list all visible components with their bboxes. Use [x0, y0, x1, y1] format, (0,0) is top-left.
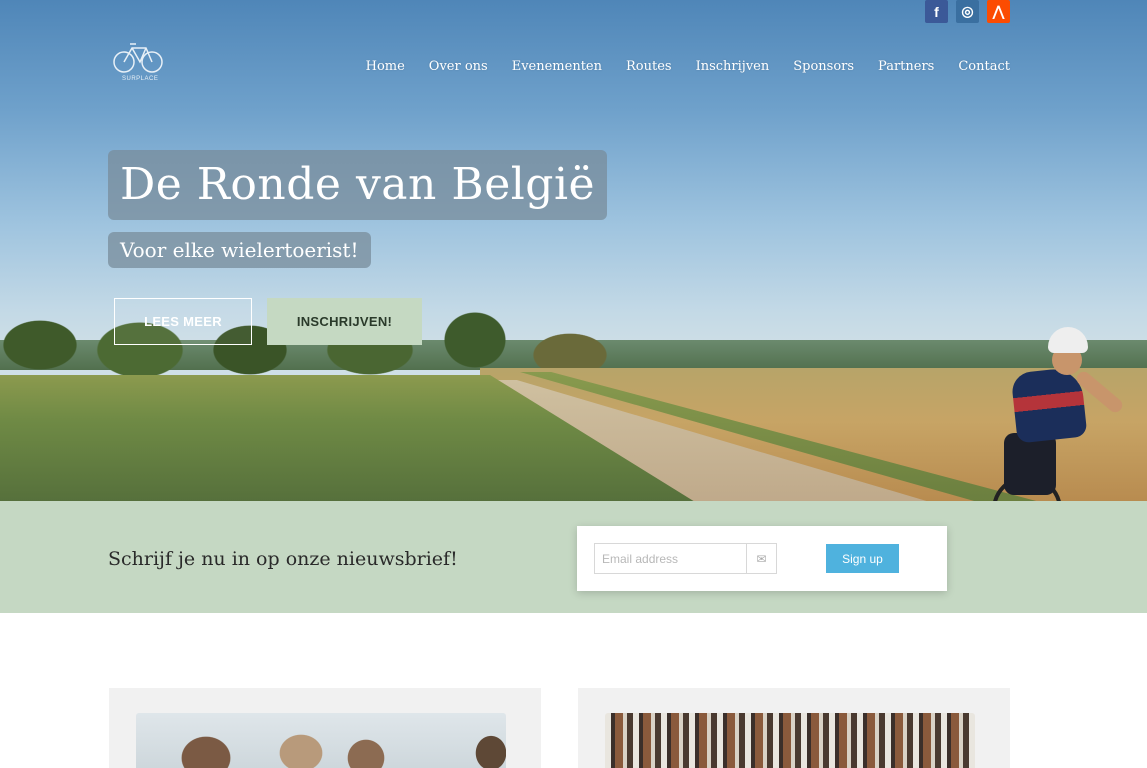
nav-home[interactable]: Home: [366, 59, 405, 74]
cyclist-legs: [1004, 433, 1056, 495]
strava-icon[interactable]: ⋀: [987, 0, 1010, 23]
hero-title: De Ronde van België: [108, 150, 608, 220]
site-logo[interactable]: SURPLACE: [112, 40, 164, 84]
nav-routes[interactable]: Routes: [626, 59, 672, 74]
newsletter-form: ✉ Sign up: [577, 526, 947, 591]
newsletter-text: Schrijf je nu in op onze nieuwsbrief!: [108, 548, 458, 570]
nav-inschrijven[interactable]: Inschrijven: [696, 59, 770, 74]
card-left: [109, 688, 541, 768]
facebook-icon[interactable]: f: [925, 0, 948, 23]
card-right-image[interactable]: [605, 713, 975, 768]
card-left-image[interactable]: [136, 713, 506, 768]
newsletter-section: Schrijf je nu in op onze nieuwsbrief! ✉ …: [0, 501, 1147, 613]
email-field-wrapper: ✉: [594, 543, 777, 574]
logo-text: SURPLACE: [122, 76, 159, 82]
hero-cyclist: [992, 325, 1142, 501]
hero-subtitle: Voor elke wielertoerist!: [108, 232, 371, 268]
envelope-icon: ✉: [746, 544, 776, 573]
nav-over-ons[interactable]: Over ons: [429, 59, 488, 74]
instagram-icon[interactable]: ◎: [956, 0, 979, 23]
lees-meer-button[interactable]: LEES MEER: [114, 298, 252, 345]
main-nav: Home Over ons Evenementen Routes Inschri…: [366, 59, 1010, 74]
nav-partners[interactable]: Partners: [878, 59, 934, 74]
nav-evenementen[interactable]: Evenementen: [512, 59, 602, 74]
card-right: [578, 688, 1010, 768]
social-links: f ◎ ⋀: [925, 0, 1010, 23]
nav-sponsors[interactable]: Sponsors: [793, 59, 854, 74]
cyclist-helmet: [1048, 327, 1088, 353]
email-input[interactable]: [595, 544, 746, 573]
nav-contact[interactable]: Contact: [958, 59, 1010, 74]
bicycle-icon: [113, 43, 163, 73]
sign-up-button[interactable]: Sign up: [826, 544, 899, 573]
inschrijven-button[interactable]: INSCHRIJVEN!: [267, 298, 422, 345]
